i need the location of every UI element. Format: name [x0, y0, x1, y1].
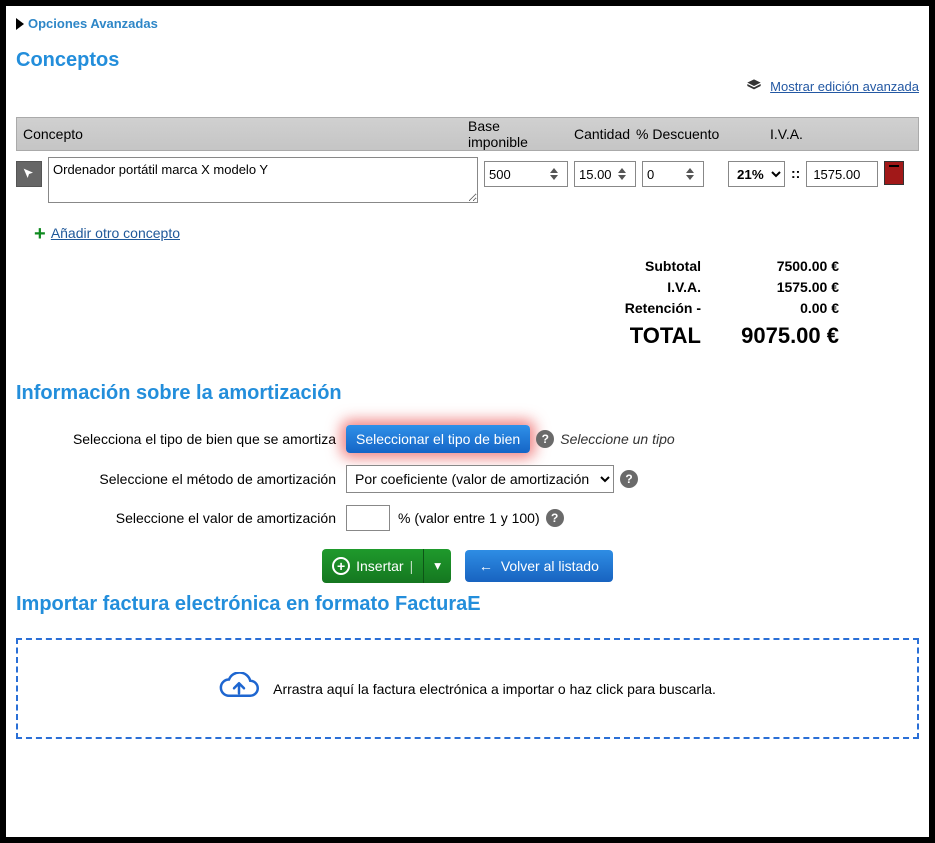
- row-handle-icon[interactable]: [16, 161, 42, 187]
- insert-button-label: Insertar: [356, 558, 403, 574]
- section-concepts-title: Conceptos: [16, 49, 919, 72]
- retencion-value: 0.00 €: [729, 298, 839, 319]
- back-to-list-button[interactable]: ← Volver al listado: [465, 550, 613, 582]
- col-cantidad: Cantidad: [568, 126, 630, 142]
- back-button-label: Volver al listado: [501, 558, 599, 574]
- col-concepto: Concepto: [17, 126, 462, 142]
- outer-frame: Opciones Avanzadas Conceptos Mostrar edi…: [0, 0, 935, 843]
- show-advanced-edit-link[interactable]: Mostrar edición avanzada: [770, 79, 919, 94]
- concepts-table-header: Concepto Base imponible Cantidad % Descu…: [16, 117, 919, 151]
- iva-amount-input[interactable]: [806, 161, 878, 187]
- quantity-input[interactable]: [575, 162, 615, 186]
- cloud-upload-icon: [219, 672, 259, 705]
- col-descuento: % Descuento: [630, 126, 740, 142]
- circle-plus-icon: +: [332, 557, 350, 575]
- col-base: Base imponible: [462, 118, 568, 150]
- add-concept-link[interactable]: Añadir otro concepto: [51, 225, 180, 241]
- concept-description-input[interactable]: [48, 157, 478, 203]
- amort-value-hint: % (valor entre 1 y 100): [398, 510, 540, 526]
- amort-method-label: Seleccione el método de amortización: [16, 471, 346, 487]
- help-icon[interactable]: ?: [546, 509, 564, 527]
- amort-form: Selecciona el tipo de bien que se amorti…: [16, 425, 919, 583]
- select-type-hint: Seleccione un tipo: [560, 431, 674, 447]
- base-spinner[interactable]: [547, 162, 561, 186]
- col-iva: I.V.A.: [740, 126, 860, 142]
- iva-value: 1575.00 €: [729, 277, 839, 298]
- iva-label: I.V.A.: [601, 277, 701, 298]
- discount-spinner[interactable]: [683, 162, 697, 186]
- retencion-label: Retención -: [601, 298, 701, 319]
- action-buttons-row: + Insertar | ▾ ← Volver al listado: [16, 549, 919, 583]
- section-import-title: Importar factura electrónica en formato …: [16, 593, 919, 616]
- advanced-edit-row: Mostrar edición avanzada: [16, 78, 919, 97]
- advanced-options-toggle[interactable]: Opciones Avanzadas: [16, 16, 919, 31]
- discount-input[interactable]: [643, 162, 683, 186]
- subtotal-value: 7500.00 €: [729, 256, 839, 277]
- amort-value-input[interactable]: [346, 505, 390, 531]
- subtotal-label: Subtotal: [601, 256, 701, 277]
- base-imponible-input[interactable]: [485, 162, 547, 186]
- page: Opciones Avanzadas Conceptos Mostrar edi…: [6, 6, 929, 837]
- separator: ::: [791, 165, 800, 181]
- facturae-dropzone[interactable]: Arrastra aquí la factura electrónica a i…: [16, 638, 919, 739]
- delete-row-button[interactable]: [884, 161, 904, 185]
- help-icon[interactable]: ?: [620, 470, 638, 488]
- add-concept-row: + Añadir otro concepto: [34, 223, 919, 246]
- concept-row: 21% ::: [16, 151, 919, 209]
- layers-icon: [746, 78, 762, 97]
- totals-block: Subtotal 7500.00 € I.V.A. 1575.00 € Rete…: [16, 256, 919, 352]
- arrow-left-icon: ←: [479, 558, 493, 574]
- amort-type-label: Selecciona el tipo de bien que se amorti…: [16, 431, 346, 447]
- select-asset-type-button[interactable]: Seleccionar el tipo de bien: [346, 425, 530, 453]
- help-icon[interactable]: ?: [536, 430, 554, 448]
- total-label: TOTAL: [601, 319, 701, 352]
- amort-method-select[interactable]: Por coeficiente (valor de amortización a…: [346, 465, 614, 493]
- dropzone-text: Arrastra aquí la factura electrónica a i…: [273, 681, 716, 697]
- base-imponible-input-wrap[interactable]: [484, 161, 568, 187]
- insert-dropdown-button[interactable]: ▾: [424, 549, 451, 583]
- section-amort-title: Información sobre la amortización: [16, 382, 919, 405]
- plus-icon: +: [34, 223, 46, 245]
- iva-select[interactable]: 21%: [728, 161, 785, 187]
- amort-value-label: Seleccione el valor de amortización: [16, 510, 346, 526]
- qty-spinner[interactable]: [615, 162, 629, 186]
- triangle-right-icon: [16, 18, 24, 30]
- total-value: 9075.00 €: [729, 319, 839, 352]
- insert-button[interactable]: + Insertar |: [322, 549, 424, 583]
- quantity-input-wrap[interactable]: [574, 161, 636, 187]
- advanced-options-label: Opciones Avanzadas: [28, 16, 158, 31]
- discount-input-wrap[interactable]: [642, 161, 704, 187]
- insert-button-group: + Insertar | ▾: [322, 549, 451, 583]
